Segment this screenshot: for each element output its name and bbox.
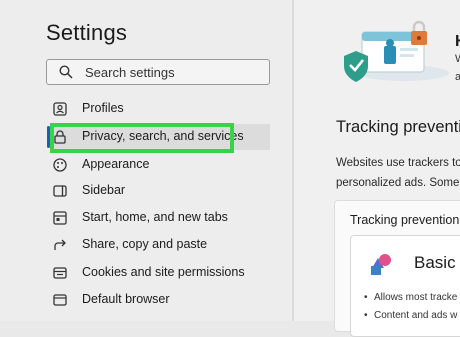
sidebar-item-label: Profiles (82, 101, 124, 115)
sidebar-item-default-browser[interactable]: Default browser (52, 287, 272, 313)
sidebar-item-label: Appearance (82, 157, 150, 171)
sidebar-item-share[interactable]: Share, copy and paste (52, 232, 272, 258)
sidebar-item-appearance[interactable]: Appearance (52, 152, 272, 178)
basic-bullet: Allows most tracke (364, 292, 457, 303)
sidebar-item-start-home[interactable]: Start, home, and new tabs (52, 205, 272, 231)
tracking-prevention-toggle-label: Tracking prevention (350, 213, 460, 227)
search-settings-input[interactable]: Search settings (46, 59, 270, 85)
sidebar-item-label: Default browser (82, 292, 170, 306)
browser-icon (53, 294, 67, 306)
cookies-icon (53, 267, 67, 279)
sidebar-item-label: Share, copy and paste (82, 237, 208, 251)
header-subtext-partial: W (455, 53, 460, 65)
sidebar-item-profiles[interactable]: Profiles (52, 96, 272, 122)
tracking-prevention-heading: Tracking preventi (336, 118, 460, 136)
header-subtext-partial-2: a (455, 71, 460, 83)
description-line: Websites use trackers to (336, 157, 460, 169)
basic-bullet: Content and ads w (364, 310, 457, 321)
sidebar-item-label: Cookies and site permissions (82, 265, 245, 279)
tracking-description: Websites use trackers to personalized ad… (336, 153, 460, 193)
sidebar-item-sidebar[interactable]: Sidebar (52, 178, 272, 204)
share-icon (54, 239, 66, 250)
basic-option-label: Basic (414, 253, 456, 272)
appearance-icon (53, 158, 67, 172)
home-tabs-icon (53, 211, 67, 225)
sidebar-item-label: Start, home, and new tabs (82, 210, 228, 224)
search-placeholder: Search settings (85, 65, 175, 80)
privacy-content-pane: Hi W a Tracking preventi Websites use tr… (294, 0, 460, 337)
settings-sidebar: Settings Search settings Profiles Privac… (0, 0, 293, 321)
settings-title: Settings (46, 20, 128, 45)
highlight-annotation-box (50, 123, 234, 153)
page-header-partial: Hi (455, 33, 460, 51)
sidebar-icon (53, 185, 67, 197)
sidebar-item-label: Sidebar (82, 183, 126, 197)
sidebar-item-cookies[interactable]: Cookies and site permissions (52, 260, 272, 286)
basic-shapes-icon (371, 254, 391, 275)
profile-icon (53, 102, 67, 116)
search-icon (59, 65, 73, 79)
privacy-illustration (344, 20, 449, 82)
description-line: personalized ads. Some (336, 177, 460, 189)
